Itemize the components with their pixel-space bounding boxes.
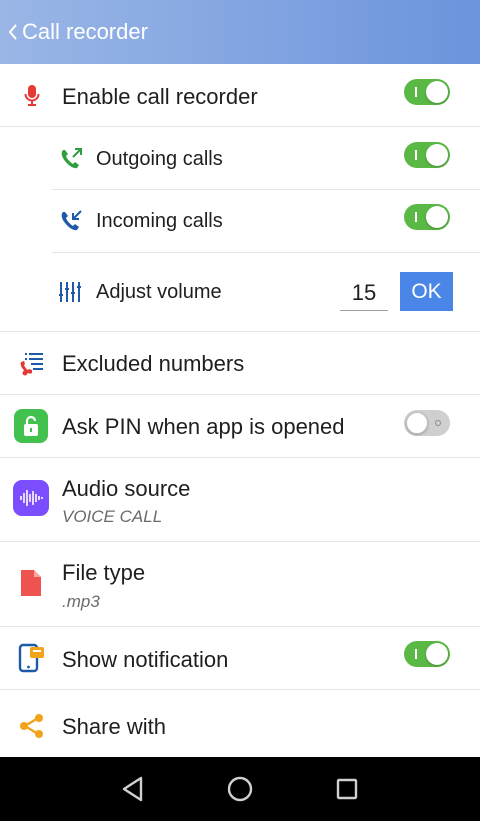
excluded-numbers-row[interactable]: Excluded numbers [0,332,480,394]
excluded-numbers-label: Excluded numbers [62,351,245,376]
show-notification-label: Show notification [62,647,229,672]
incoming-call-icon [58,208,84,234]
ask-pin-row[interactable]: Ask PIN when app is opened [0,395,480,457]
outgoing-calls-row[interactable]: Outgoing calls [0,127,480,189]
show-notification-toggle[interactable] [404,641,450,667]
enable-call-recorder-label: Enable call recorder [62,84,258,109]
notification-phone-icon [18,643,46,673]
back-triangle-icon[interactable] [118,774,148,804]
page-title: Call recorder [22,19,148,44]
enable-call-recorder-row[interactable]: Enable call recorder [0,64,480,126]
share-with-row[interactable]: Share with [0,690,480,757]
microphone-icon [20,83,44,107]
outgoing-calls-label: Outgoing calls [96,148,223,170]
file-type-row[interactable]: File type .mp3 [0,542,480,626]
back-chevron-icon[interactable] [4,17,22,47]
audio-source-label: Audio source [62,476,191,501]
outgoing-calls-toggle[interactable] [404,142,450,168]
excluded-list-icon [19,350,45,376]
audio-source-value: VOICE CALL [62,507,163,526]
audio-source-row[interactable]: Audio source VOICE CALL [0,458,480,541]
share-with-label: Share with [62,714,166,739]
volume-bars-icon [59,280,85,304]
incoming-calls-label: Incoming calls [96,210,223,232]
lock-icon [14,409,48,443]
audio-wave-icon [13,480,49,516]
outgoing-call-icon [58,146,84,172]
adjust-volume-label: Adjust volume [96,281,222,303]
ask-pin-label: Ask PIN when app is opened [62,414,345,439]
app-bar: Call recorder [0,0,480,64]
navigation-bar [0,757,480,821]
enable-call-recorder-toggle[interactable] [404,79,450,105]
incoming-calls-toggle[interactable] [404,204,450,230]
ask-pin-toggle[interactable] [404,410,450,436]
incoming-calls-row[interactable]: Incoming calls [0,190,480,252]
share-icon [19,713,45,739]
file-icon [20,569,42,597]
ok-button[interactable]: OK [400,272,453,311]
recents-square-icon[interactable] [332,774,362,804]
volume-input[interactable]: 15 [340,276,388,311]
home-circle-icon[interactable] [225,774,255,804]
show-notification-row[interactable]: Show notification [0,627,480,689]
file-type-label: File type [62,560,146,585]
file-type-value: .mp3 [62,592,100,611]
